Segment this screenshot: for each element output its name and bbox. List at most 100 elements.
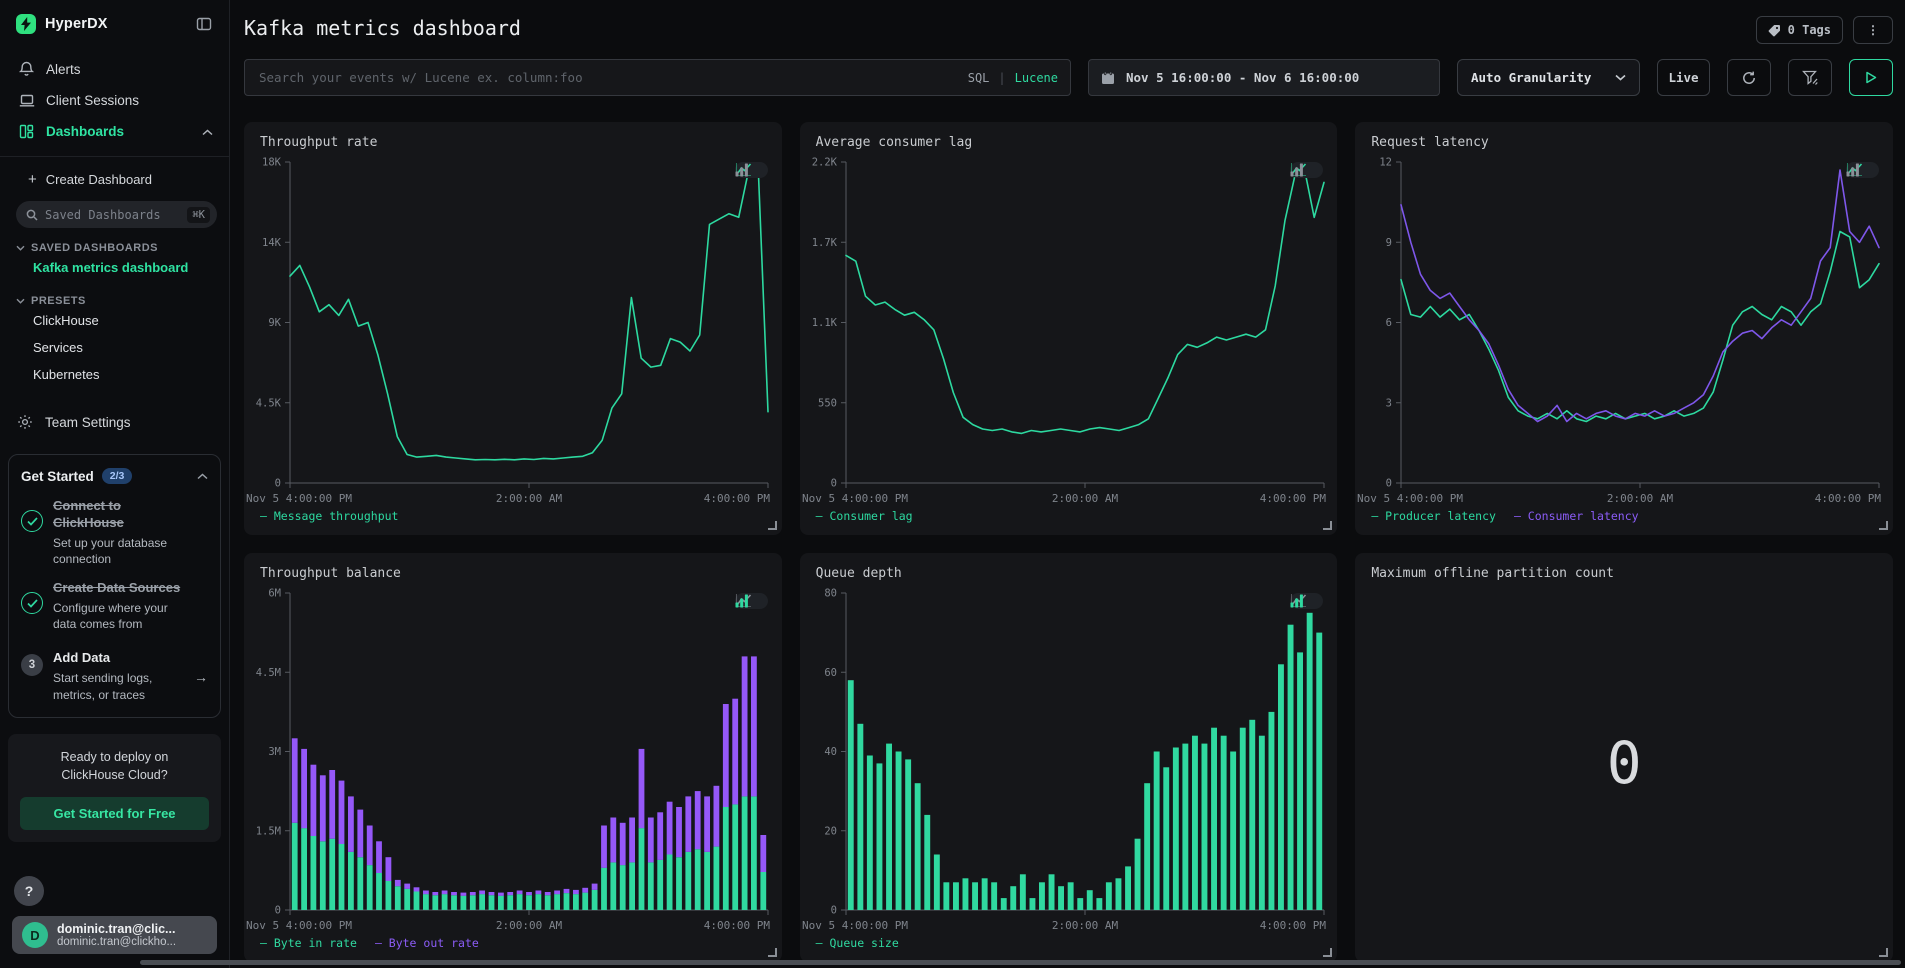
sidebar-item-client-sessions[interactable]: Client Sessions [16,88,215,113]
svg-text:4.5K: 4.5K [256,397,282,409]
svg-text:9: 9 [1386,237,1392,249]
svg-text:550: 550 [818,397,837,409]
sidebar-item-label: Client Sessions [46,93,139,108]
sidebar-item-kafka-metrics-dashboard[interactable]: Kafka metrics dashboard [16,254,217,281]
tags-button[interactable]: 0 Tags [1756,16,1843,44]
svg-text:0: 0 [830,905,836,917]
svg-text:12: 12 [1380,157,1393,169]
chevron-up-icon[interactable] [197,467,208,485]
user-name: dominic.tran@clic... [57,922,176,936]
chart-title: Average consumer lag [800,122,1338,150]
cloud-card-line1: Ready to deploy on [20,748,209,767]
svg-text:18K: 18K [262,157,282,169]
chart-plot-area: 806040200Nov 5 4:00:00 PM2:00:00 AM4:00:… [800,581,1338,934]
chart-type-toggle [735,593,768,609]
chart-title: Request latency [1355,122,1893,150]
svg-text:0: 0 [275,905,281,917]
chevron-up-icon[interactable] [202,124,213,139]
sidebar-item-services[interactable]: Services [16,334,217,361]
svg-text:2:00:00 AM: 2:00:00 AM [1607,492,1674,505]
sidebar-item-kubernetes[interactable]: Kubernetes [16,361,217,388]
collapse-sidebar-icon[interactable] [193,14,215,34]
run-query-button[interactable] [1849,59,1893,96]
get-started-free-button[interactable]: Get Started for Free [20,797,209,830]
events-search-input[interactable] [257,69,958,86]
sidebar-item-alerts[interactable]: Alerts [16,56,215,82]
chart-title: Throughput rate [244,122,782,150]
chart-title: Maximum offline partition count [1355,553,1893,581]
toolbar: SQL | Lucene Nov 5 16:00:00 - Nov 6 16:0… [244,59,1893,96]
events-search-box: SQL | Lucene [244,59,1071,96]
step-number-badge: 3 [21,654,43,676]
hyperdx-logo-icon [16,14,36,34]
user-menu[interactable]: D dominic.tran@clic... dominic.tran@clic… [12,916,217,954]
sidebar-item-team-settings[interactable]: Team Settings [16,414,217,430]
get-started-step-1[interactable]: Connect to ClickHouse Set up your databa… [21,498,208,567]
chevron-down-icon [16,242,25,254]
svg-text:1.1K: 1.1K [811,317,837,329]
chart-title: Throughput balance [244,553,782,581]
step-desc: Configure where your data comes from [53,600,178,632]
horizontal-scrollbar[interactable] [140,960,1901,965]
panel-throughput-rate[interactable]: Throughput rate 18K14K9K4.5K0Nov 5 4:00:… [244,122,782,535]
lucene-language-toggle[interactable]: Lucene [1015,71,1058,85]
granularity-select[interactable]: Auto Granularity [1457,59,1640,96]
get-started-step-3[interactable]: 3 Add Data Start sending logs, metrics, … [21,650,208,702]
svg-text:2.2K: 2.2K [811,157,837,169]
chart-type-toggle [735,162,768,178]
panel-request-latency[interactable]: Request latency 129630Nov 5 4:00:00 PM2:… [1355,122,1893,535]
step-title: Create Data Sources [53,580,180,597]
panel-average-consumer-lag[interactable]: Average consumer lag 2.2K1.7K1.1K5500Nov… [800,122,1338,535]
date-range-button[interactable]: Nov 5 16:00:00 - Nov 6 16:00:00 [1088,59,1440,96]
panel-max-offline-partition-count[interactable]: Maximum offline partition count 0 [1355,553,1893,962]
svg-text:4:00:00 PM: 4:00:00 PM [704,919,771,932]
svg-text:20: 20 [824,825,837,837]
svg-text:9K: 9K [268,317,281,329]
filter-button[interactable] [1788,59,1832,96]
svg-text:3: 3 [1386,397,1392,409]
search-icon [26,209,38,221]
svg-text:Nov 5 4:00:00 PM: Nov 5 4:00:00 PM [802,492,908,505]
panel-throughput-balance[interactable]: Throughput balance 6M4.5M3M1.5M0Nov 5 4:… [244,553,782,962]
dashboard-grid-icon [18,124,35,139]
sidebar: HyperDX Alerts Client Sessions [0,0,230,968]
chevron-down-icon [16,295,25,307]
svg-text:0: 0 [1386,478,1392,490]
svg-text:4.5M: 4.5M [256,667,281,679]
saved-dashboards-search[interactable]: Saved Dashboards ⌘K [16,201,217,228]
svg-text:4:00:00 PM: 4:00:00 PM [1259,492,1326,505]
more-menu-button[interactable]: ⋮ [1853,16,1893,44]
step-title: Add Data [53,650,168,667]
metric-big-value: 0 [1355,581,1893,944]
user-email: dominic.tran@clickho... [57,936,176,948]
saved-dashboards-search-placeholder: Saved Dashboards [45,208,180,222]
sidebar-item-dashboards[interactable]: Dashboards [16,119,215,144]
refresh-icon [1741,70,1757,86]
presets-section-header[interactable]: PRESETS [16,295,217,307]
create-dashboard-button[interactable]: + Create Dashboard [16,171,217,188]
sidebar-item-clickhouse[interactable]: ClickHouse [16,307,217,334]
chart-plot-area: 6M4.5M3M1.5M0Nov 5 4:00:00 PM2:00:00 AM4… [244,581,782,934]
svg-text:Nov 5 4:00:00 PM: Nov 5 4:00:00 PM [246,492,352,505]
svg-text:3M: 3M [268,746,281,758]
calendar-icon [1101,71,1115,85]
refresh-button[interactable] [1727,59,1771,96]
live-button[interactable]: Live [1657,59,1710,96]
main-nav: Alerts Client Sessions Dashboards [16,56,215,144]
saved-dashboards-section-header[interactable]: SAVED DASHBOARDS [16,242,217,254]
dashboards-submenu: + Create Dashboard Saved Dashboards ⌘K S… [0,156,229,388]
step-desc: Start sending logs, metrics, or traces [53,670,168,702]
check-circle-icon [21,510,43,532]
filter-icon [1802,70,1819,86]
help-button[interactable]: ? [14,876,44,906]
svg-text:2:00:00 AM: 2:00:00 AM [496,919,563,932]
panel-queue-depth[interactable]: Queue depth 806040200Nov 5 4:00:00 PM2:0… [800,553,1338,962]
page-title: Kafka metrics dashboard [244,16,521,40]
get-started-step-2[interactable]: Create Data Sources Configure where your… [21,580,208,632]
svg-text:0: 0 [830,478,836,490]
chart-canvas: 806040200Nov 5 4:00:00 PM2:00:00 AM4:00:… [800,581,1338,944]
sql-language-toggle[interactable]: SQL [968,71,990,85]
step-title: Connect to ClickHouse [53,498,163,532]
svg-text:14K: 14K [262,237,282,249]
svg-text:2:00:00 AM: 2:00:00 AM [1052,492,1119,505]
